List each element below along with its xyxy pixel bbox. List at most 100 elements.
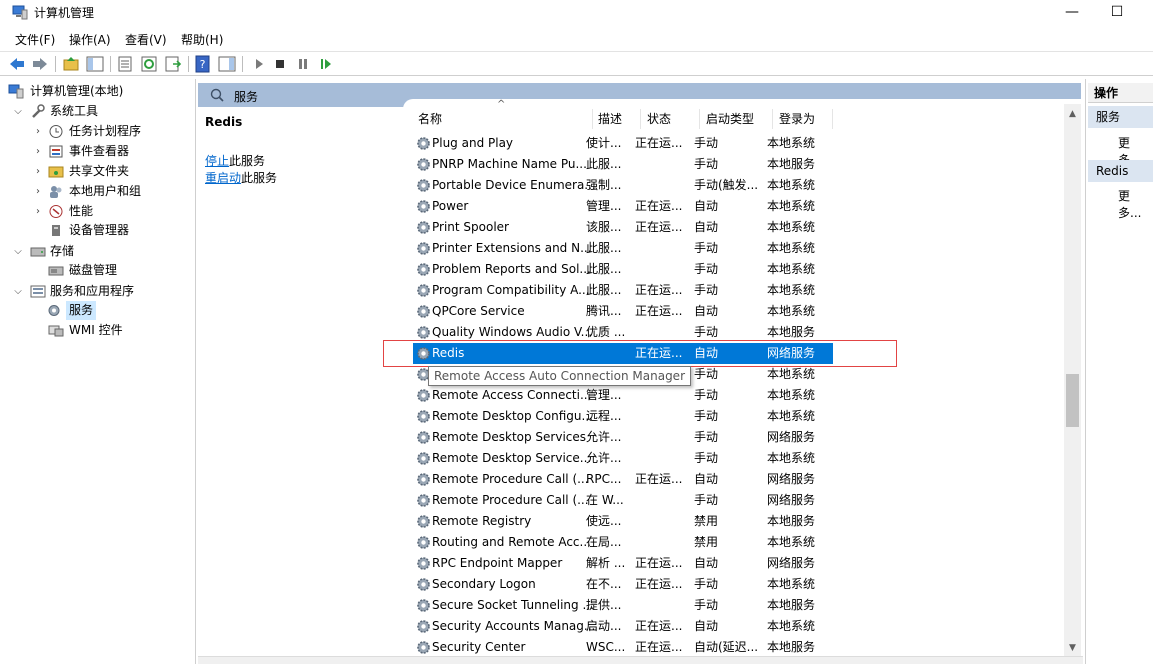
service-name-cell: Remote Desktop Service... [432, 451, 592, 465]
service-row[interactable]: Print Spooler 该服... 正在运... 自动 本地系统 [413, 217, 833, 238]
column-header-description[interactable]: 描述 [598, 107, 622, 131]
column-header-startup-type[interactable]: 启动类型 [706, 107, 754, 131]
chevron-right-icon[interactable]: › [32, 122, 44, 141]
service-row[interactable]: Security Center WSC... 正在运... 自动(延迟... 本地服务 [413, 637, 833, 658]
restart-service-action: 重启动此服务 [205, 171, 278, 185]
service-name-cell: Remote Desktop Configu... [432, 409, 593, 423]
actions-group-redis[interactable]: Redis [1088, 160, 1153, 182]
service-logon-cell: 本地系统 [767, 535, 816, 549]
service-row[interactable]: PNRP Machine Name Pu... 此服... 手动 本地服务 [413, 154, 833, 175]
restart-service-icon[interactable] [317, 55, 335, 73]
stop-service-icon[interactable] [271, 55, 289, 73]
chevron-right-icon[interactable]: › [32, 182, 44, 201]
stop-service-link[interactable]: 停止 [205, 154, 229, 168]
chevron-right-icon[interactable]: › [32, 142, 44, 161]
service-row[interactable]: Plug and Play 使计... 正在运... 手动 本地系统 [413, 133, 833, 154]
service-name-cell: QPCore Service [432, 304, 525, 318]
service-row[interactable]: Problem Reports and Sol... 此服... 手动 本地系统 [413, 259, 833, 280]
service-logon-cell: 本地系统 [767, 577, 816, 591]
chevron-right-icon[interactable]: › [32, 162, 44, 181]
chevron-down-icon[interactable]: ⌵ [12, 102, 24, 121]
service-status-cell: 正在运... [635, 283, 683, 297]
menu-help[interactable]: 帮助(H) [181, 31, 223, 48]
service-logon-cell: 本地系统 [767, 367, 816, 381]
service-row[interactable]: RPC Endpoint Mapper 解析 ... 正在运... 自动 网络服务 [413, 553, 833, 574]
service-name-cell: Remote Access Connecti... [432, 388, 592, 402]
action-pane-icon[interactable] [218, 55, 236, 73]
service-description-cell: 使计... [586, 136, 622, 150]
pause-service-icon[interactable] [294, 55, 312, 73]
service-row[interactable]: Remote Registry 使远... 禁用 本地服务 [413, 511, 833, 532]
actions-group-services[interactable]: 服务 [1088, 106, 1153, 128]
service-row[interactable]: Remote Desktop Configu... 远程... 手动 本地系统 [413, 406, 833, 427]
service-row[interactable]: Remote Access Connecti... 管理... 手动 本地系统 [413, 385, 833, 406]
menu-file[interactable]: 文件(F) [15, 31, 55, 48]
column-header-log-on-as[interactable]: 登录为 [779, 107, 815, 131]
service-row[interactable]: Remote Desktop Services 允许... 手动 网络服务 [413, 427, 833, 448]
refresh-icon[interactable] [140, 55, 158, 73]
service-gear-icon [417, 410, 430, 423]
scrollbar-thumb[interactable] [1066, 374, 1079, 427]
service-name-cell: RPC Endpoint Mapper [432, 556, 563, 570]
service-row[interactable]: Remote Procedure Call (... RPC... 正在运... 自动… [413, 469, 833, 490]
service-row[interactable]: Secure Socket Tunneling ... 提供... 手动 本地服务 [413, 595, 833, 616]
service-startup-type-cell: 禁用 [694, 535, 719, 549]
service-description-cell: 提供... [586, 598, 622, 612]
service-row[interactable]: Security Accounts Manag... 启动... 正在运... 自动 本… [413, 616, 833, 637]
service-startup-type-cell: 手动 [694, 451, 719, 465]
service-gear-icon [417, 641, 430, 654]
service-name-cell: Plug and Play [432, 136, 514, 150]
scroll-down-arrow-icon[interactable]: ▼ [1064, 640, 1081, 656]
service-row[interactable]: Remote Desktop Service... 允许... 手动 本地系统 [413, 448, 833, 469]
stop-service-action: 停止此服务 [205, 154, 266, 168]
help-icon[interactable]: ? [194, 55, 212, 73]
service-row[interactable]: Remote Procedure Call (... 在 W... 手动 网络服务 [413, 490, 833, 511]
chevron-right-icon[interactable]: › [32, 202, 44, 221]
service-row[interactable]: Power 管理... 正在运... 自动 本地系统 [413, 196, 833, 217]
menu-bar: 文件(F) 操作(A) 查看(V) 帮助(H) [0, 28, 1153, 50]
service-description-panel: Redis 停止此服务 重启动此服务 [198, 107, 403, 664]
service-logon-cell: 本地系统 [767, 409, 816, 423]
service-startup-type-cell: 自动 [694, 199, 719, 213]
vertical-scrollbar[interactable]: ▲ ▼ [1064, 104, 1081, 656]
maximize-button[interactable]: ☐ [1097, 2, 1137, 22]
service-row[interactable]: Program Compatibility A... 此服... 正在运... 手动 本… [413, 280, 833, 301]
service-gear-icon [417, 599, 430, 612]
horizontal-scrollbar[interactable] [198, 656, 1083, 664]
menu-action[interactable]: 操作(A) [69, 31, 111, 48]
service-logon-cell: 本地系统 [767, 388, 816, 402]
scroll-up-arrow-icon[interactable]: ▲ [1064, 106, 1081, 122]
service-startup-type-cell: 禁用 [694, 514, 719, 528]
service-name-tooltip: Remote Access Auto Connection Manager [428, 366, 691, 386]
start-service-icon[interactable] [250, 55, 268, 73]
pane-title: 服务 [234, 90, 259, 104]
chevron-down-icon[interactable]: ⌵ [12, 282, 24, 301]
service-row[interactable]: Secondary Logon 在不... 正在运... 手动 本地系统 [413, 574, 833, 595]
computer-management-icon [12, 5, 28, 20]
show-hide-tree-icon[interactable] [86, 55, 104, 73]
service-status-cell: 正在运... [635, 556, 683, 570]
service-row[interactable]: Portable Device Enumera... 强制... 手动(触发... 本… [413, 175, 833, 196]
service-startup-type-cell: 自动 [694, 556, 719, 570]
properties-icon[interactable] [116, 55, 134, 73]
export-list-icon[interactable] [164, 55, 182, 73]
menu-view[interactable]: 查看(V) [125, 31, 167, 48]
service-name-cell: Program Compatibility A... [432, 283, 590, 297]
minimize-button[interactable]: — [1052, 2, 1092, 22]
back-arrow-icon[interactable] [8, 55, 26, 73]
service-startup-type-cell: 手动 [694, 388, 719, 402]
actions-more-redis[interactable]: 更多... [1118, 187, 1153, 221]
service-row[interactable]: QPCore Service 腾讯... 正在运... 自动 本地系统 [413, 301, 833, 322]
service-logon-cell: 本地系统 [767, 220, 816, 234]
forward-arrow-icon[interactable] [31, 55, 49, 73]
restart-service-link[interactable]: 重启动 [205, 171, 241, 185]
service-row[interactable]: Routing and Remote Acc... 在局... 禁用 本地系统 [413, 532, 833, 553]
chevron-down-icon[interactable]: ⌵ [12, 242, 24, 261]
column-header-status[interactable]: 状态 [647, 107, 671, 131]
service-gear-icon [417, 452, 430, 465]
service-gear-icon [417, 431, 430, 444]
service-row[interactable]: Printer Extensions and N... 此服... 手动 本地系统 [413, 238, 833, 259]
column-header-name[interactable]: 名称 [418, 107, 442, 131]
service-name-cell: Secure Socket Tunneling ... [432, 598, 594, 612]
up-folder-icon[interactable] [62, 55, 80, 73]
